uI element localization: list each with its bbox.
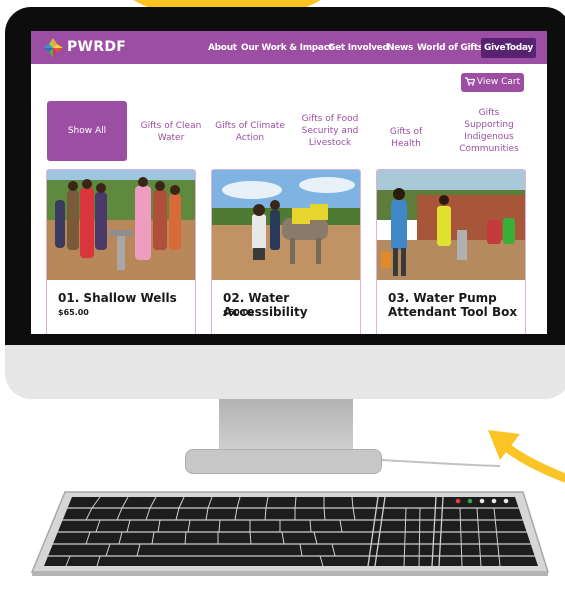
keyboard-and-decor [30,430,565,576]
keyboard-cable [381,459,501,467]
yellow-arrow-icon [488,430,565,483]
